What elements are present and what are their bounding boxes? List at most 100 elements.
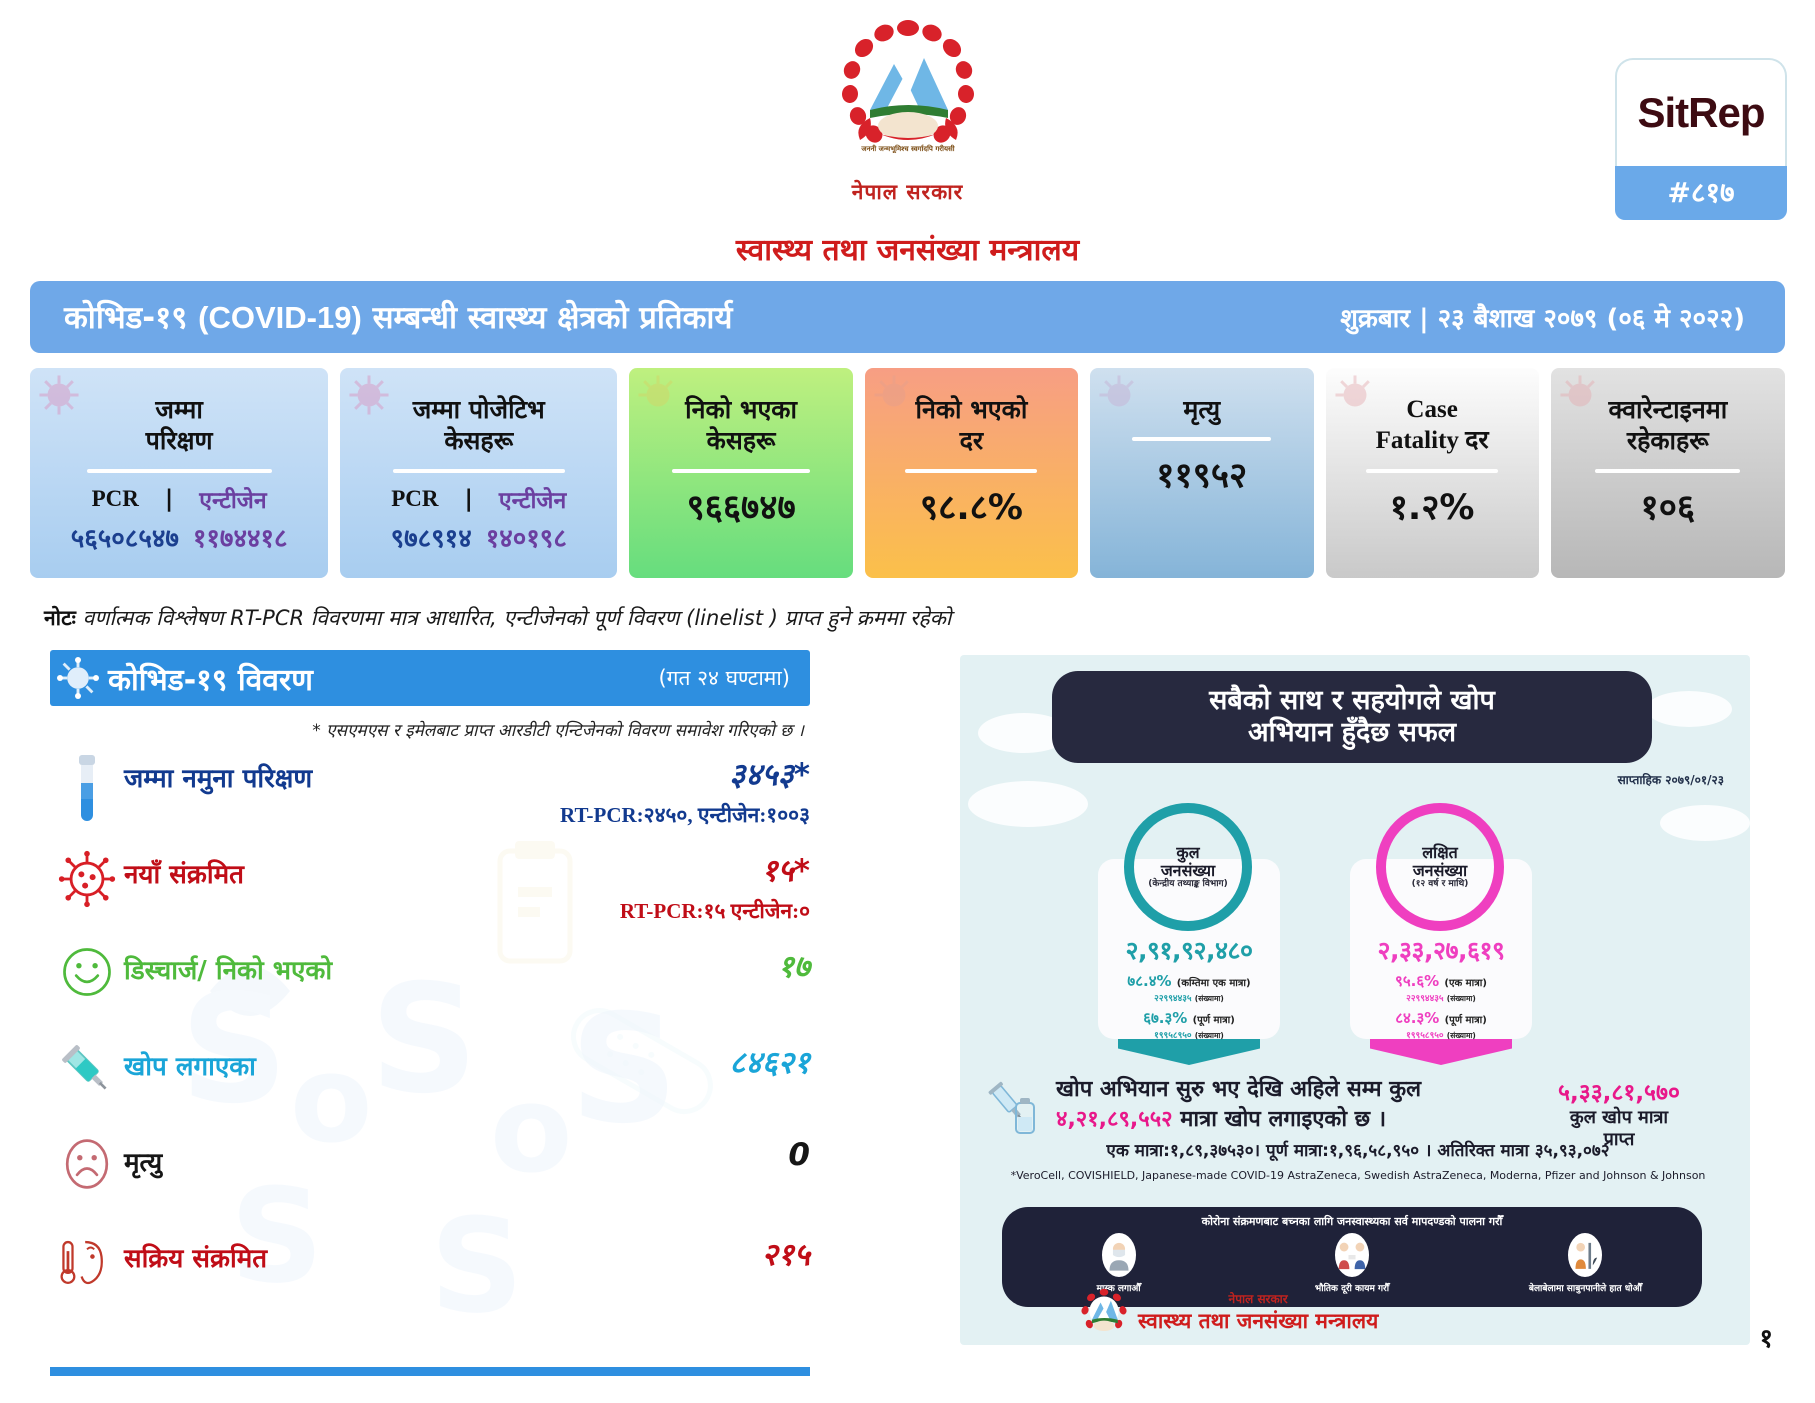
virus-icon [874,375,909,407]
population-count-1: २२९९४४३५ (संख्यामा) [1358,991,1524,1004]
card-title-line1: Case [1406,396,1458,423]
pct-1-label: (एक मात्रा) [1444,978,1487,989]
card-title: निको भएको दर [916,394,1028,457]
detail-row: डिस्चार्ज/ निको भएको १७ [50,943,810,1039]
sitrep-label-card: SitRep [1615,58,1787,166]
count-1-value: २२९९४४३५ [1154,994,1192,1004]
card-value: ११९५२ [1156,456,1248,497]
ring-line-3: (१२ वर्ष र माथि) [1411,879,1469,890]
footer-gov: नेपाल सरकार [1228,1291,1288,1306]
virus-icon [39,375,79,415]
test-tube-icon [50,751,124,829]
precautions-title: कोरोना संक्रमणबाट बच्नका लागि जनस्वास्थ्… [1201,1215,1503,1228]
infographic-banner: सबैको साथ र सहयोगले खोप अभियान हुँदैछ सफ… [1052,671,1652,763]
syringe-vial-icon [988,1081,1035,1134]
card-title-line1: जम्मा [155,395,203,424]
count-2-value: १९९५८९५० [1406,1031,1444,1041]
virus-icon [1560,375,1595,407]
note-line: नोटः वर्णात्मक विश्लेषण RT-PCR विवरणमा म… [44,604,951,632]
card-divider [905,468,1038,473]
footer-ministry: स्वास्थ्य तथा जनसंख्या मन्त्रालय [1138,1308,1379,1333]
title-prefix: कोभिड-१९ [64,300,199,336]
nepal-government-emblem: जननी जन्मभूमिश्च स्वर्गादपि गरीयसी [841,20,974,154]
value-antigen: ११७४४१८ [192,523,288,554]
summary-cards: जम्मा परिक्षण PCR | एन्टीजेन ५६५०८५४७ ११… [30,368,1785,578]
vax-received-number: ५,३३,८१,५७० [1558,1080,1680,1106]
cloud-decoration [968,781,1088,827]
virus-icon [1099,375,1134,407]
panel-bottom-rule [50,1367,810,1376]
card-title-line1: निको भएको [915,395,1028,424]
fever-patient-icon [50,1231,124,1291]
value-antigen: १४०१९८ [485,523,567,554]
mask-person-icon [1101,1233,1136,1277]
virus-red-icon [50,847,124,909]
detail-row-sub: RT-PCR:२४५०, एन्टीजेन:१००३ [560,803,810,827]
count-2-label: (संख्यामा) [1446,1031,1476,1040]
detail-row-values: ८४६२१ [729,1039,810,1083]
title-bar: कोभिड-१९ (COVID-19) सम्बन्धी स्वास्थ्य क… [30,281,1785,353]
ministry-line: स्वास्थ्य तथा जनसंख्या मन्त्रालय [735,233,1080,268]
detail-row-label: डिस्चार्ज/ निको भएको [124,956,333,986]
card-title: निको भएका केसहरू [685,394,797,457]
card-title-line1: निको भएका [685,395,797,424]
detail-row-sub: RT-PCR:१५ एन्टीजेन:० [619,899,810,923]
population-pct-2: ८४.३% (पूर्ण मात्रा) [1358,1008,1524,1028]
card-case-fatality-rate: Case Fatality दर १.२% [1325,368,1539,578]
virus-icon [57,657,99,699]
count-1-label: (संख्यामा) [1446,994,1476,1003]
card-total-tests: जम्मा परिक्षण PCR | एन्टीजेन ५६५०८५४७ ११… [30,368,329,578]
detail-row-label: नयाँ संक्रमित [124,860,244,890]
card-title: मृत्यु [1183,394,1220,425]
infographic-date-stamp: साप्ताहिक २०७९/०१/२३ [1617,773,1724,787]
detail-row: जम्मा नमुना परिक्षण ३४५३* RT-PCR:२४५०, ए… [50,751,810,847]
vax-brand-note: *VeroCell, COVISHIELD, Japanese-made COV… [1010,1169,1706,1183]
detail-row-values: ३४५३* RT-PCR:२४५०, एन्टीजेन:१००३ [560,751,810,829]
sitrep-badge: SitRep #८१७ [1615,58,1787,220]
card-title: क्वारेन्टाइनमा रहेकाहरू [1608,394,1727,457]
card-title-line1: क्वारेन्टाइनमा [1608,395,1728,424]
report-date: शुक्रबार | २३ बैशाख २०७९ (०६ मे २०२२) [1340,304,1745,334]
detail-row-value: ८४६२१ [729,1045,810,1081]
ring-line-1: कुल [1176,842,1200,862]
panel-rows: S o S o S S S जम्मा नमुना परिक्षण ३४५३* … [50,751,810,1342]
label-antigen: एन्टीजेन [498,487,567,514]
masthead: जननी जन्मभूमिश्च स्वर्गादपि गरीयसी नेपाल… [0,0,1815,268]
pct-2-label: (पूर्ण मात्रा) [1192,1015,1235,1026]
virus-icon [1335,375,1370,407]
detail-row-values: 0 [788,1135,810,1173]
banner-line-2: अभियान हुँदैछ सफल [1247,717,1456,748]
card-title: जम्मा परिक्षण [146,394,213,457]
card-recovery-rate: निको भएको दर ९८.८% [864,368,1078,578]
card-title-line2: रहेकाहरू [1626,426,1709,456]
sitrep-number: #८१७ [1615,166,1787,220]
syringe-icon [50,1039,124,1099]
sad-face-icon [50,1135,124,1191]
card-method-labels: PCR | एन्टीजेन [92,483,267,515]
precautions-icons: मास्क लगाऔँ भौतिक दूरी कायम गरौँ बेलाबेल… [1002,1233,1702,1294]
population-pct-1: ९५.६% (एक मात्रा) [1358,971,1524,991]
note-text: वर्णात्मक विश्लेषण RT-PCR विवरणमा मात्र … [75,606,952,630]
distance-icon [1334,1233,1369,1277]
vax-received-label-1: कुल खोप मात्रा [1569,1107,1669,1128]
label-separator: | [464,485,473,512]
svg-text:जननी जन्मभूमिश्च स्वर्गादपि गर: जननी जन्मभूमिश्च स्वर्गादपि गरीयसी [860,144,955,154]
title-suffix: सम्बन्धी स्वास्थ्य क्षेत्रको प्रतिकार्य [361,300,733,336]
detail-row-label: खोप लगाएका [124,1052,256,1082]
sitrep-label: SitRep [1637,89,1765,136]
card-value: १.२% [1389,487,1475,528]
detail-row: मृत्यु 0 [50,1135,810,1231]
detail-row-value: १५* [761,853,810,889]
count-1-label: (संख्यामा) [1194,994,1224,1003]
detail-row-value: 0 [788,1137,810,1173]
note-label: नोटः [44,606,76,630]
population-count-1: २२९९४४३५ (संख्यामा) [1106,991,1272,1004]
detail-row-value: २१५ [761,1237,810,1273]
card-title-line2: Fatality दर [1375,427,1489,455]
bubble-ring: कुल जनसंख्या (केन्द्रीय तथ्याङ्क विभाग) [1124,803,1252,931]
card-title: जम्मा पोजेटिभ केसहरू [413,394,545,457]
vaccination-infographic: सबैको साथ र सहयोगले खोप अभियान हुँदैछ सफ… [960,655,1750,1345]
pct-1-value: ७८.४% [1127,972,1172,990]
vax-total-doses: ४,२१,८९,५५२ [1056,1106,1173,1132]
vax-line-2-text: मात्रा खोप लगाइएको छ । [1172,1106,1387,1132]
